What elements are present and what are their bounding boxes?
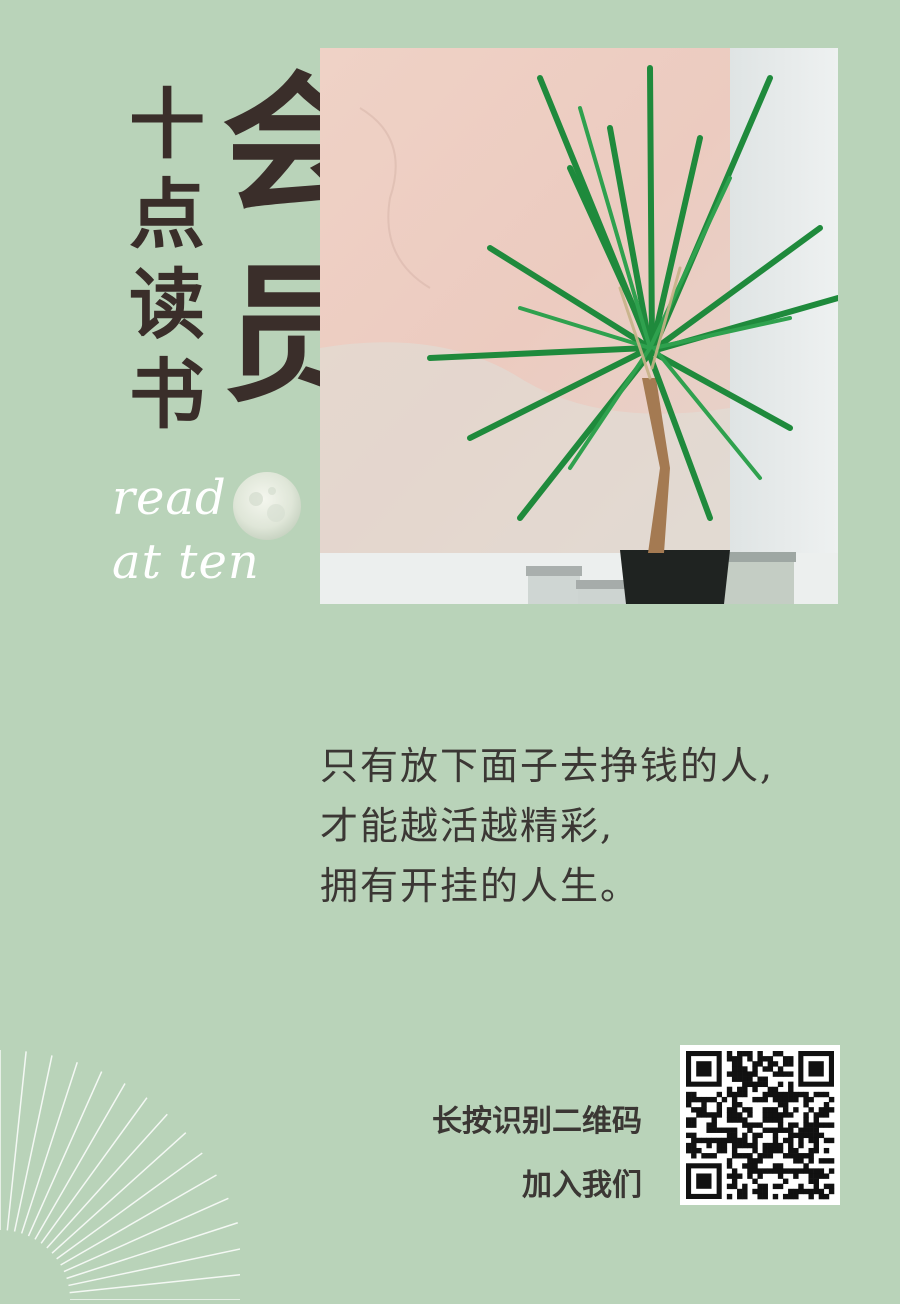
moon-icon: [232, 471, 302, 541]
qr-instructions: 长按识别二维码 加入我们: [432, 1090, 642, 1218]
sunburst-rays: [0, 1040, 250, 1301]
brand-char: 书: [129, 350, 205, 439]
sun-ray: [34, 1083, 126, 1240]
sun-ray: [60, 1174, 217, 1266]
slogan-read: read: [112, 470, 227, 526]
sun-ray: [69, 1273, 249, 1294]
poster: 十 点 读 书 会 员 read at ten 只有放下面子去挣钱的人, 才能越…: [0, 0, 900, 1301]
brand-char: 十: [129, 80, 205, 169]
sun-ray: [51, 1132, 187, 1254]
sun-ray: [13, 1055, 53, 1232]
sun-ray: [68, 1247, 245, 1287]
plant-photo: [320, 48, 838, 604]
brand-char: 点: [129, 170, 205, 259]
qr-code[interactable]: [680, 1045, 840, 1205]
quote-line: 拥有开挂的人生。: [320, 864, 641, 908]
sun-ray: [46, 1113, 168, 1249]
sun-ray: [20, 1062, 78, 1234]
brand-title-small: 十 点 读 书: [112, 80, 222, 440]
qr-finder: [696, 1173, 712, 1189]
qr-finder: [808, 1061, 824, 1077]
quote-block: 只有放下面子去挣钱的人, 才能越活越精彩, 拥有开挂的人生。: [320, 736, 880, 916]
quote-line: 才能越活越精彩,: [320, 804, 615, 848]
qr-instruction-line: 加入我们: [522, 1168, 642, 1203]
qr-instruction-line: 长按识别二维码: [432, 1104, 642, 1139]
sun-ray: [6, 1051, 27, 1231]
qr-finder: [696, 1061, 712, 1077]
sun-ray: [66, 1222, 238, 1280]
slogan-at-ten: at ten: [112, 534, 260, 590]
brand-char: 读: [129, 260, 205, 349]
quote-line: 只有放下面子去挣钱的人,: [320, 744, 775, 788]
